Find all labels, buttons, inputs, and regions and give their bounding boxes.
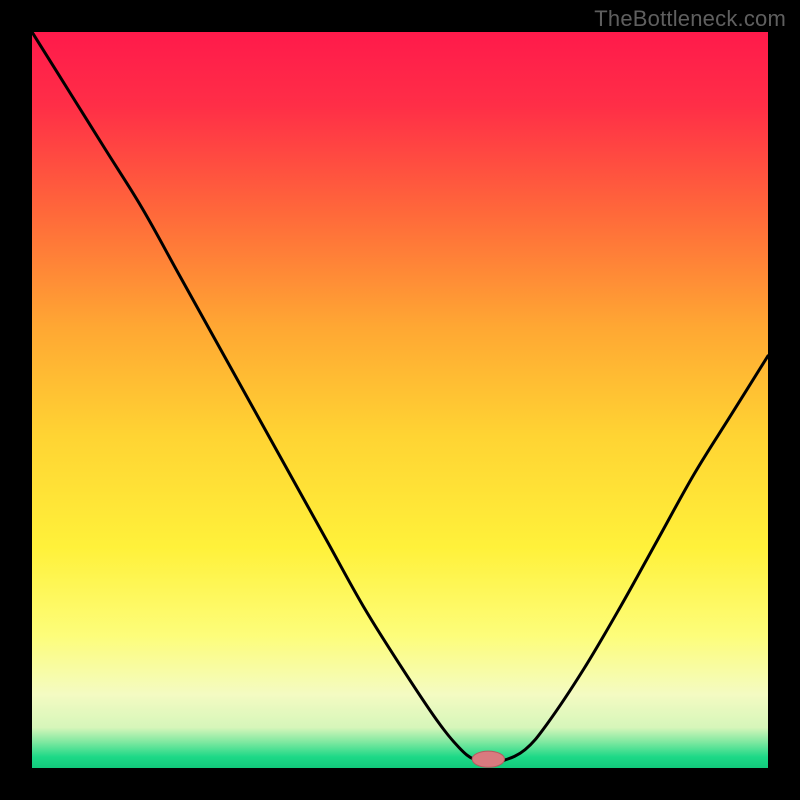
chart-frame: TheBottleneck.com <box>0 0 800 800</box>
gradient-background <box>32 32 768 768</box>
plot-area <box>32 32 768 768</box>
plot-svg <box>32 32 768 768</box>
watermark-text: TheBottleneck.com <box>594 6 786 32</box>
optimal-marker <box>472 751 504 767</box>
